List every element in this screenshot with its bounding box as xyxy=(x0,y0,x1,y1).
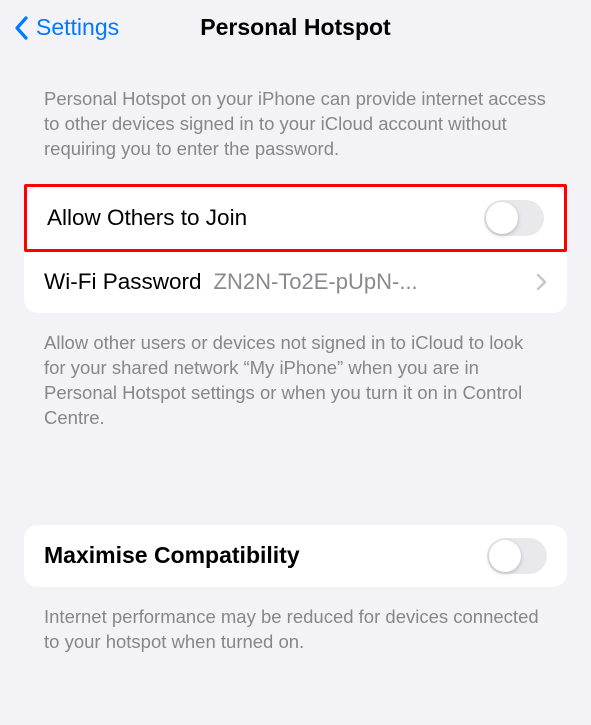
toggle-knob xyxy=(489,540,521,572)
chevron-right-icon xyxy=(536,273,547,291)
page-title: Personal Hotspot xyxy=(200,14,390,41)
allow-others-label: Allow Others to Join xyxy=(47,205,247,231)
compat-footer: Internet performance may be reduced for … xyxy=(0,587,591,677)
allow-others-row[interactable]: Allow Others to Join xyxy=(27,187,564,249)
wifi-password-value: ZN2N-To2E-pUpN-... xyxy=(214,269,526,295)
hotspot-section: Wi-Fi Password ZN2N-To2E-pUpN-... xyxy=(24,251,567,313)
allow-others-footer: Allow other users or devices not signed … xyxy=(0,313,591,453)
back-label: Settings xyxy=(36,14,119,41)
wifi-password-label: Wi-Fi Password xyxy=(44,269,202,295)
back-button[interactable]: Settings xyxy=(14,14,119,41)
toggle-knob xyxy=(486,202,518,234)
maximise-compatibility-label: Maximise Compatibility xyxy=(44,542,300,569)
compat-section: Maximise Compatibility xyxy=(24,525,567,587)
highlight-allow-others: Allow Others to Join xyxy=(24,184,567,252)
maximise-compatibility-toggle[interactable] xyxy=(487,538,547,574)
header-bar: Settings Personal Hotspot xyxy=(0,0,591,57)
intro-description: Personal Hotspot on your iPhone can prov… xyxy=(0,57,591,184)
chevron-left-icon xyxy=(14,16,30,40)
section-spacer xyxy=(0,453,591,525)
maximise-compatibility-row[interactable]: Maximise Compatibility xyxy=(24,525,567,587)
wifi-password-row[interactable]: Wi-Fi Password ZN2N-To2E-pUpN-... xyxy=(24,251,567,313)
allow-others-toggle[interactable] xyxy=(484,200,544,236)
